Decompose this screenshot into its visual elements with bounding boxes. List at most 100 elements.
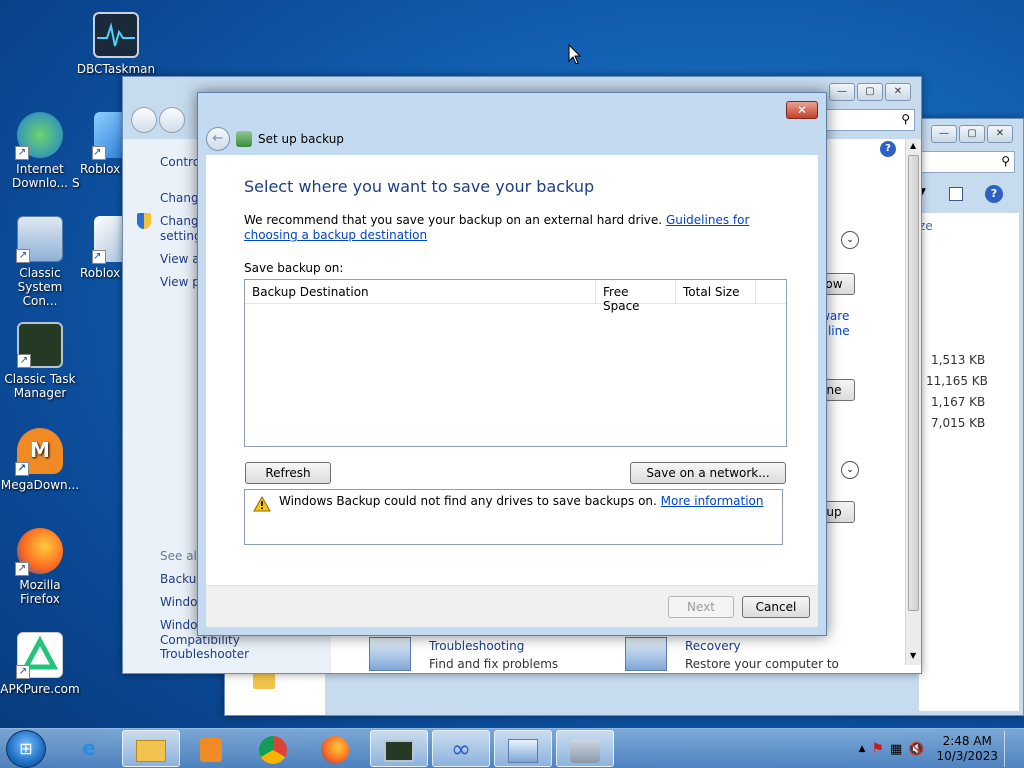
heartbeat-monitor-icon [93,12,139,58]
show-desktop-button[interactable] [1004,731,1016,767]
scrollbar[interactable]: ▲ ▼ [905,139,921,665]
desktop-icon-mozilla-firefox[interactable]: ↗ Mozilla Firefox [0,528,80,606]
explorer-search-box[interactable]: ⚲ [919,151,1015,173]
dialog-footer: Next Cancel [206,585,818,627]
dialog-close-button[interactable]: ✕ [786,101,818,119]
search-icon: ⚲ [901,112,910,126]
recovery-desc: Restore your computer to [685,657,839,671]
minimize-button[interactable]: — [829,83,855,101]
shield-icon [137,213,151,229]
maximize-button[interactable]: ▢ [959,125,985,143]
internet-explorer-icon: e [82,736,96,760]
mega-cloud-icon: M ↗ [15,428,63,476]
network-icon[interactable]: ▦ [890,742,902,757]
warning-icon [253,495,271,512]
taskbar-firefox[interactable] [306,730,364,767]
scroll-thumb[interactable] [908,155,919,611]
help-icon[interactable]: ? [880,141,896,157]
address-bar[interactable]: ⚲ [823,109,915,131]
back-arrow-icon[interactable]: ← [206,127,230,151]
column-header-total-size[interactable]: Total Size [676,280,756,303]
taskbar-control-panel[interactable] [494,730,552,767]
backup-destination-list[interactable]: Backup Destination Free Space Total Size [244,279,787,447]
desktop-icon-classic-system-config[interactable]: ↗ Classic System Con... [0,216,80,308]
shortcut-arrow-icon: ↗ [92,250,106,264]
troubleshooting-title[interactable]: Troubleshooting [429,639,524,653]
minimize-button[interactable]: — [931,125,957,143]
action-center-flag-icon[interactable]: ⚑ [871,741,884,757]
dialog-header: ← Set up backup [206,125,344,153]
shortcut-arrow-icon: ↗ [15,146,29,160]
recovery-title[interactable]: Recovery [685,639,741,653]
next-button[interactable]: Next [668,596,734,618]
back-button[interactable] [131,107,157,133]
show-hidden-icons-arrow[interactable]: ▲ [859,744,866,754]
globe-download-icon: ↗ [15,112,63,160]
desktop-icon-megadownloader[interactable]: M ↗ MegaDown... [0,428,80,492]
taskbar-chrome[interactable] [244,730,302,767]
desktop-icon-roblox-studio[interactable]: ↗ Roblox S [72,112,128,190]
backup-icon [570,738,600,763]
taskbar-internet-explorer[interactable]: e [60,730,118,767]
expand-chevron-icon[interactable]: ⌄ [841,461,859,479]
column-header-backup-destination[interactable]: Backup Destination [245,280,596,303]
troubleshooting-tile[interactable]: Troubleshooting Find and fix problems [369,635,609,671]
refresh-button[interactable]: Refresh [245,462,331,484]
close-button[interactable]: ✕ [987,125,1013,143]
control-panel-window-controls: — ▢ ✕ [829,83,911,101]
setup-backup-dialog[interactable]: ✕ ← Set up backup Select where you want … [197,92,827,636]
column-header-free-space[interactable]: Free Space [596,280,676,313]
taskbar-task-manager[interactable] [370,730,428,767]
nav-control-panel-home[interactable]: Contro [160,155,200,169]
clock-time: 2:48 AM [942,734,992,748]
taskbar-backup[interactable] [556,730,614,767]
see-also-link[interactable]: Windo [160,618,198,632]
desktop-icon-classic-task-manager[interactable]: ↗ Classic Task Manager [0,322,80,400]
task-manager-icon [384,739,414,762]
troubleshooting-icon [369,637,411,671]
save-on-network-button[interactable]: Save on a network... [630,462,786,484]
warning-text: Windows Backup could not find any drives… [279,494,657,508]
maximize-button[interactable]: ▢ [857,83,883,101]
shortcut-arrow-icon: ↗ [17,354,31,368]
scroll-down-arrow[interactable]: ▼ [910,651,916,660]
volume-muted-icon[interactable]: 🔇 [908,742,924,757]
more-information-link[interactable]: More information [661,494,764,508]
scroll-up-arrow[interactable]: ▲ [910,141,916,150]
desktop-icon-roblox-player[interactable]: ↗ Roblox I [72,216,128,280]
shortcut-arrow-icon: ↗ [16,249,30,263]
dialog-title: Set up backup [258,132,344,146]
control-panel-icon [508,738,538,763]
backup-app-icon [236,131,252,147]
compatibility-troubleshooter-link[interactable]: Compatibility Troubleshooter [160,633,331,661]
start-button[interactable]: ⊞ [6,730,46,768]
chrome-icon [259,735,287,764]
clock-date: 10/3/2023 [936,749,998,763]
troubleshooting-desc: Find and fix problems [429,657,559,671]
shortcut-arrow-icon: ↗ [16,665,30,679]
expand-chevron-icon[interactable]: ⌄ [841,231,859,249]
clock[interactable]: 2:48 AM 10/3/2023 [930,734,998,764]
see-also-link[interactable]: Windo [160,595,198,609]
help-icon[interactable]: ? [985,185,1003,203]
taskbar-media-player[interactable] [182,730,240,767]
taskbar: ⊞ e ∞ ▲ ⚑ ▦ 🔇 2:48 AM 10/3/2023 [0,728,1024,768]
warning-box: Windows Backup could not find any drives… [244,489,783,545]
close-button[interactable]: ✕ [885,83,911,101]
cancel-button[interactable]: Cancel [742,596,810,618]
desktop-icon-internet-download-manager[interactable]: ↗ Internet Downlo... [0,112,80,190]
taskbar-file-explorer[interactable] [122,730,180,767]
recovery-tile[interactable]: Recovery Restore your computer to [625,635,865,671]
desktop-icon-apkpure[interactable]: ↗ APKPure.com [0,632,80,696]
recommendation-sentence: We recommend that you save your backup o… [244,213,663,227]
media-player-icon [200,737,222,762]
recommendation-text: We recommend that you save your backup o… [244,213,789,243]
forward-button[interactable] [159,107,185,133]
desktop-icon-dbctaskman[interactable]: DBCTaskman [76,12,156,76]
desktop-icon-label: DBCTaskman [76,62,156,76]
taskbar-infinity-app[interactable]: ∞ [432,730,490,767]
size-cell: 1,513 KB [931,353,986,367]
system-config-icon: ↗ [16,216,63,263]
preview-pane-icon[interactable] [949,187,963,201]
explorer-toolbar: ▼ ? [919,183,1015,209]
